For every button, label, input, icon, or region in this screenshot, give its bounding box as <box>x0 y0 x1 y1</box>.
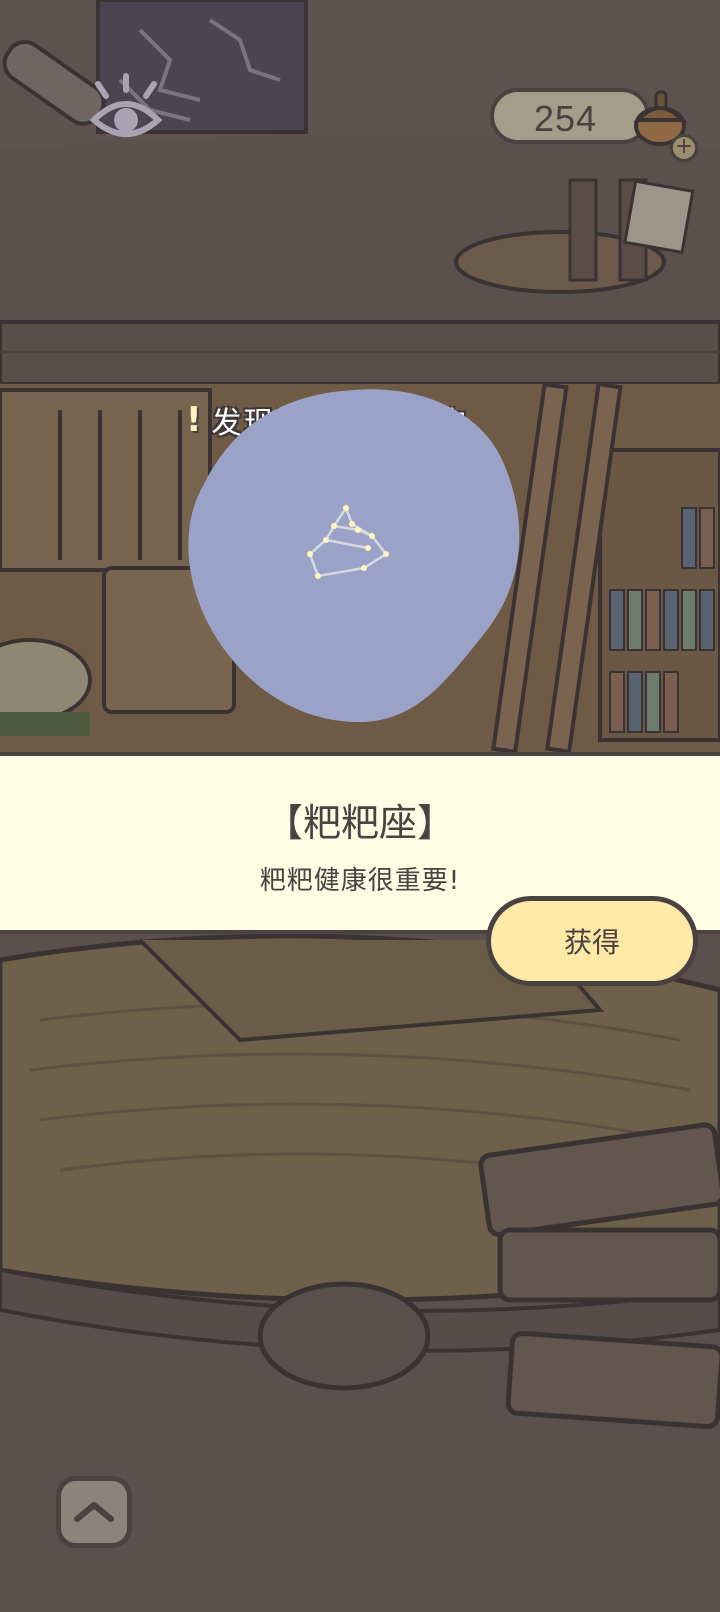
add-acorns-button[interactable]: + <box>670 134 698 162</box>
collectible-preview <box>188 389 520 723</box>
preview-blob <box>188 389 520 723</box>
eye-icon <box>89 73 163 137</box>
collectible-description: 粑粑健康很重要! <box>259 866 461 896</box>
acorn-counter: 254 <box>490 88 650 144</box>
collectible-name: 【粑粑座】 <box>264 801 455 845</box>
get-button[interactable]: 获得 <box>486 896 698 986</box>
acorn-count: 254 <box>534 98 598 139</box>
chevron-up-icon <box>74 1502 114 1522</box>
scroll-up-button[interactable] <box>56 1476 132 1548</box>
